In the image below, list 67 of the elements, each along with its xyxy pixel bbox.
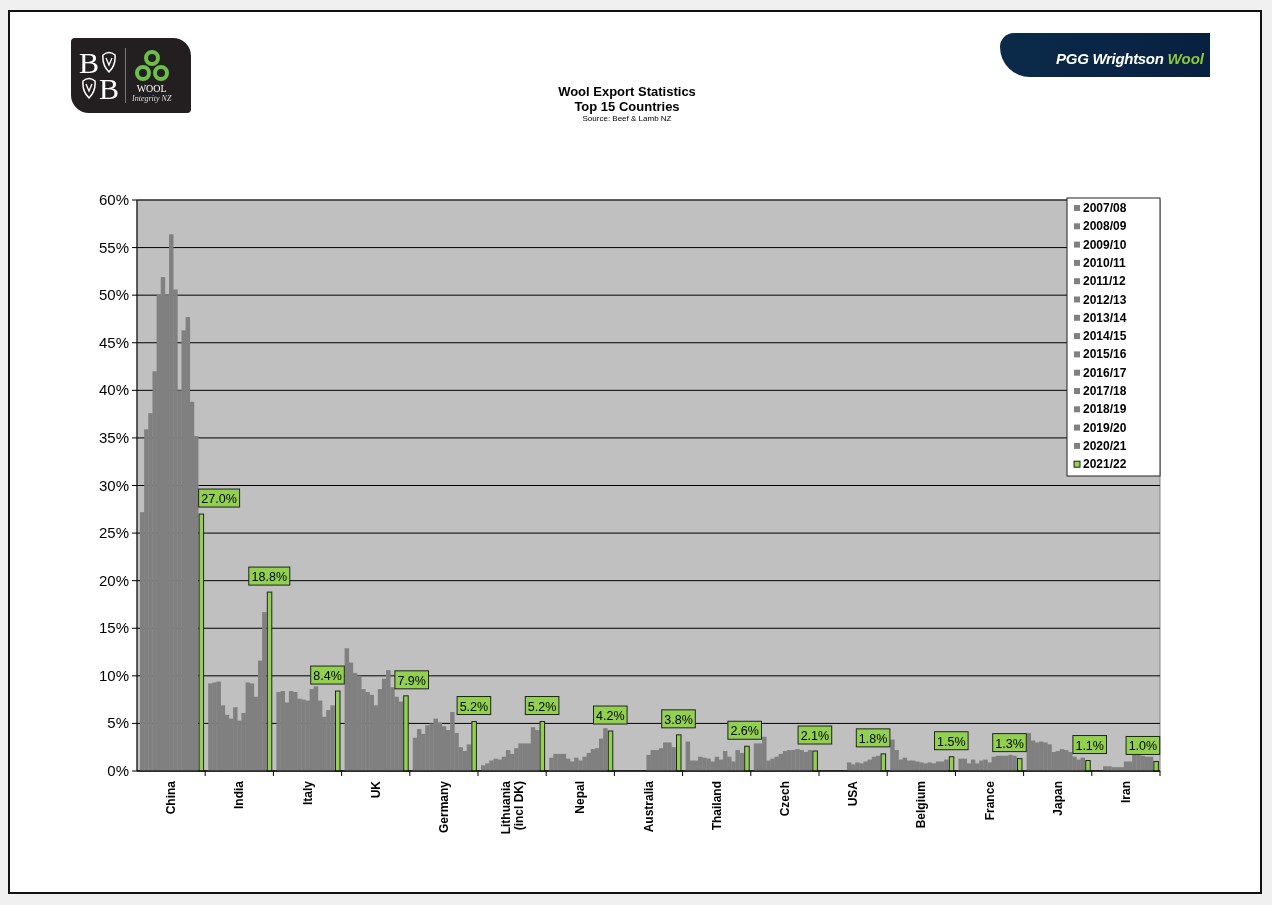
y-tick-label: 60% <box>98 191 129 208</box>
source-note: Source: Beef & Lamb NZ <box>582 114 672 124</box>
legend-label: 2010/11 <box>1083 255 1126 270</box>
category-label: Thailand <box>709 781 724 831</box>
legend-label: 2016/17 <box>1083 365 1127 380</box>
category-label: Czech <box>777 781 792 817</box>
y-tick-label: 0% <box>107 762 129 779</box>
y-tick-label: 10% <box>98 666 129 684</box>
legend-label: 2012/13 <box>1083 292 1127 307</box>
data-label: 1.3% <box>992 733 1027 753</box>
category-label: India <box>232 781 247 809</box>
legend-label: 2017/18 <box>1083 384 1127 398</box>
y-tick-label: 55% <box>98 238 129 256</box>
y-tick-label: 15% <box>98 619 129 637</box>
data-label: 1.5% <box>934 731 969 751</box>
y-tick-label: 40% <box>98 381 129 399</box>
data-label: 1.0% <box>1125 736 1161 755</box>
legend-label: 2020/21 <box>1083 438 1127 453</box>
category-label: Belgium <box>914 781 929 829</box>
y-tick-label: 5% <box>107 714 129 732</box>
y-tick-label: 35% <box>98 428 129 446</box>
category-label: France <box>982 781 997 821</box>
category-label: UK <box>368 781 383 799</box>
logo-word: WOOL <box>136 82 167 94</box>
data-label: 27.0% <box>198 488 241 508</box>
legend-label: 2014/15 <box>1083 329 1127 344</box>
logo-letter: B <box>79 49 99 76</box>
legend-label: 2015/16 <box>1083 347 1127 362</box>
chart-title: Wool Export Statistics <box>558 84 696 99</box>
data-label: 1.8% <box>855 728 891 748</box>
y-tick-label: 45% <box>98 333 129 351</box>
legend-label: 2011/12 <box>1083 274 1126 289</box>
data-label: 7.9% <box>394 670 429 690</box>
category-label: Lithuania (incl DK) <box>499 781 527 835</box>
legend-label: 2008/09 <box>1083 219 1127 234</box>
category-label: Australia <box>641 781 656 833</box>
category-label: Germany <box>436 781 451 834</box>
data-label: 18.8% <box>248 566 291 586</box>
legend-label: 2018/19 <box>1083 402 1127 417</box>
data-label: 2.1% <box>797 725 833 745</box>
legend-label: 2013/14 <box>1083 310 1127 325</box>
legend-label: 2019/20 <box>1083 420 1127 435</box>
data-label: 3.8% <box>661 709 696 729</box>
data-label: 5.2% <box>524 696 560 715</box>
category-label: Nepal <box>573 781 588 814</box>
y-tick-label: 25% <box>98 524 129 542</box>
category-label: USA <box>846 781 861 807</box>
legend-label: 2007/08 <box>1083 201 1127 215</box>
data-label: 1.1% <box>1072 735 1107 755</box>
y-tick-label: 20% <box>98 571 129 589</box>
data-label: 2.6% <box>727 720 762 740</box>
y-tick-label: 50% <box>98 286 129 304</box>
data-label: 4.2% <box>593 705 628 725</box>
category-label: Iran <box>1118 781 1133 803</box>
legend-label: 2009/10 <box>1083 237 1127 252</box>
legend-label: 2021/22 <box>1083 457 1127 472</box>
category-label: China <box>164 781 179 815</box>
logo-letter: B <box>99 75 119 102</box>
logo-accent: Wool <box>1167 49 1204 67</box>
data-label: 5.2% <box>456 696 492 715</box>
logo-tagline: Integrity NZ <box>132 93 172 103</box>
logo-name: PGG Wrightson <box>1056 49 1164 67</box>
y-tick-label: 30% <box>98 476 129 494</box>
chart-subtitle: Top 15 Countries <box>574 99 680 114</box>
data-label: 8.4% <box>310 665 345 685</box>
category-label: Italy <box>300 781 315 805</box>
category-label: Japan <box>1050 781 1065 816</box>
